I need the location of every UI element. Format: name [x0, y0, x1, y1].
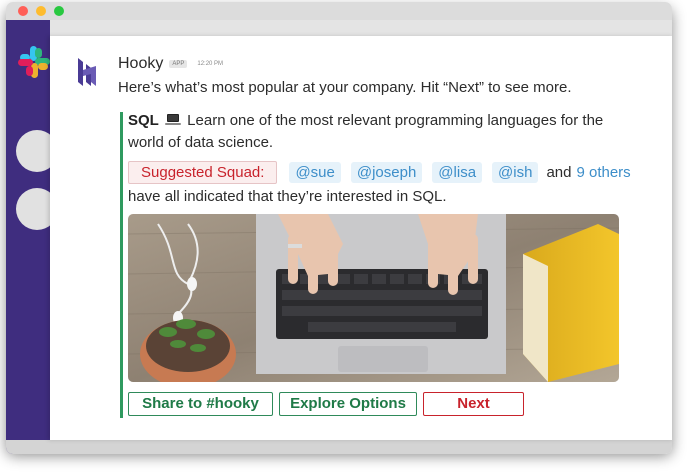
suggested-squad-row: Suggested Squad: @sue @joseph @lisa @ish… [128, 161, 631, 184]
mention-sue[interactable]: @sue [289, 162, 341, 183]
attachment-accent-bar [120, 112, 123, 418]
slack-logo-icon[interactable] [16, 44, 52, 80]
laptop-photo-image[interactable] [128, 214, 619, 382]
topic-description: SQL Learn one of the most relevant progr… [128, 110, 628, 154]
message-timestamp[interactable]: 12:20 PM [197, 61, 223, 67]
message-header: Hooky APP 12:20 PM [118, 55, 223, 73]
app-window: Hooky APP 12:20 PM Here’s what’s most po… [6, 2, 672, 454]
action-buttons: Share to #hooky Explore Options Next [128, 392, 530, 416]
mention-joseph[interactable]: @joseph [350, 162, 423, 183]
message-pane: Hooky APP 12:20 PM Here’s what’s most po… [50, 36, 672, 440]
hooky-logo-icon [78, 58, 96, 86]
app-badge: APP [169, 60, 188, 68]
interest-summary: have all indicated that they’re interest… [128, 188, 447, 205]
maximize-window-button[interactable] [54, 6, 64, 16]
message-intro: Here’s what’s most popular at your compa… [118, 79, 572, 96]
laptop-icon [165, 114, 182, 125]
topic-description-text: Learn one of the most relevant programmi… [128, 112, 604, 151]
channel-header-strip [50, 20, 672, 36]
others-link[interactable]: 9 others [576, 164, 630, 181]
app-name[interactable]: Hooky [118, 55, 163, 73]
close-window-button[interactable] [18, 6, 28, 16]
next-button[interactable]: Next [423, 392, 524, 416]
topic-title: SQL [128, 112, 159, 129]
share-button[interactable]: Share to #hooky [128, 392, 273, 416]
footer-strip [6, 440, 672, 454]
minimize-window-button[interactable] [36, 6, 46, 16]
explore-options-button[interactable]: Explore Options [279, 392, 417, 416]
mention-lisa[interactable]: @lisa [432, 162, 483, 183]
mention-ish[interactable]: @ish [492, 162, 539, 183]
and-text: and [546, 164, 572, 181]
titlebar [6, 2, 672, 20]
suggested-squad-label: Suggested Squad: [128, 161, 278, 184]
